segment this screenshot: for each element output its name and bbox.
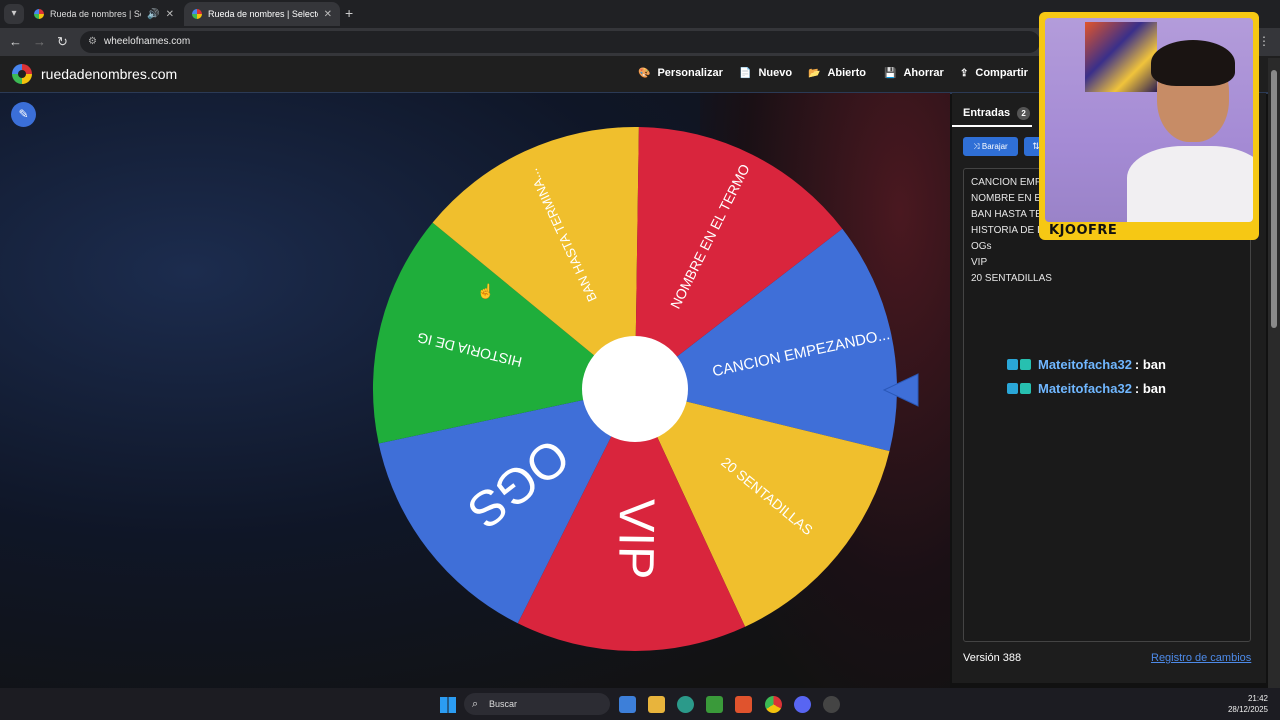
active-tab-underline	[952, 125, 1032, 127]
app-icon[interactable]	[619, 696, 636, 713]
share-icon: ⇪	[960, 67, 969, 79]
wheel-pointer-icon	[882, 373, 919, 407]
reload-icon[interactable]: ↻	[57, 34, 68, 50]
chat-message: Mateitofacha32 : ban	[1007, 357, 1166, 372]
brave-browser-icon[interactable]	[735, 696, 752, 713]
prime-badge-icon	[1007, 359, 1018, 370]
tab-favicon-icon	[192, 9, 202, 19]
menu-save[interactable]: 💾 Ahorrar	[884, 67, 944, 79]
changelog-link[interactable]: Registro de cambios	[1151, 652, 1251, 664]
shuffle-icon: ⤨	[973, 142, 980, 151]
url-field[interactable]: ⚙ wheelofnames.com	[80, 31, 1040, 53]
tab-entries[interactable]: Entradas 2	[963, 107, 1031, 120]
chat-username: Mateitofacha32	[1038, 357, 1132, 372]
menu-label: Personalizar	[657, 67, 723, 79]
chrome-icon[interactable]	[765, 696, 782, 713]
streamer-name: KJOOFRE	[1049, 223, 1118, 238]
entry-line: OGs	[971, 241, 992, 252]
streamer-body	[1127, 146, 1253, 222]
menu-label: Nuevo	[758, 67, 793, 79]
tab-close-icon[interactable]: ✕	[166, 9, 174, 20]
system-clock[interactable]: 21:42 28/12/2025	[1224, 693, 1268, 715]
obs-icon[interactable]	[823, 696, 840, 713]
tab-title: Rueda de nombres | Selector de...	[208, 9, 318, 19]
file-icon: 📄	[739, 67, 752, 79]
tab-search-chevron-icon[interactable]: ▾	[4, 4, 24, 24]
logo-icon[interactable]	[12, 64, 32, 84]
clock-time: 21:42	[1247, 694, 1268, 703]
tab-entries-label: Entradas	[963, 107, 1011, 119]
menu-label: Ahorrar	[903, 67, 944, 79]
menu-customize[interactable]: 🎨 Personalizar	[638, 67, 723, 79]
version-label: Versión 388	[963, 652, 1022, 664]
brand-name[interactable]: ruedadenombres.com	[41, 66, 177, 82]
browser-tab-1[interactable]: Rueda de nombres | Selector de... 🔊 ✕	[26, 2, 182, 26]
discord-icon[interactable]	[794, 696, 811, 713]
minecraft-icon[interactable]	[706, 696, 723, 713]
windows-start-icon[interactable]	[440, 697, 456, 713]
mouse-cursor-icon: ☝	[477, 283, 495, 299]
gift-badge-icon	[1020, 383, 1031, 394]
webcam-feed	[1045, 18, 1253, 222]
chat-badges	[1007, 359, 1033, 370]
chat-badges	[1007, 383, 1033, 394]
shuffle-label: Barajar	[981, 142, 1008, 151]
entry-line: VIP	[971, 257, 988, 268]
forward-arrow-icon[interactable]: →	[33, 34, 46, 49]
browser-tab-2[interactable]: Rueda de nombres | Selector de... ✕	[184, 2, 340, 26]
chat-text: : ban	[1134, 381, 1166, 396]
chat-username: Mateitofacha32	[1038, 381, 1132, 396]
tab-close-icon[interactable]: ✕	[324, 9, 332, 20]
speaker-icon[interactable]: 🔊	[147, 9, 159, 20]
save-icon: 💾	[884, 67, 897, 79]
url-text: wheelofnames.com	[104, 36, 191, 47]
tab-title: Rueda de nombres | Selector de...	[50, 9, 141, 19]
entry-line: BAN HASTA TE	[971, 209, 1042, 220]
menu-label: Compartir	[975, 67, 1028, 79]
edge-browser-icon[interactable]	[677, 696, 694, 713]
menu-new[interactable]: 📄 Nuevo	[739, 67, 792, 79]
palette-icon: 🎨	[638, 67, 651, 79]
clock-date: 28/12/2025	[1227, 705, 1268, 714]
menu-open[interactable]: 📂 Abierto	[808, 67, 866, 79]
new-tab-icon[interactable]: +	[345, 5, 353, 21]
file-explorer-icon[interactable]	[648, 696, 665, 713]
entry-line: HISTORIA DE I	[971, 225, 1040, 236]
entry-line: 20 SENTADILLAS	[971, 273, 1052, 284]
scrollbar-thumb[interactable]	[1271, 70, 1277, 328]
page-scrollbar[interactable]	[1268, 58, 1280, 688]
wheel-segment-label: VIP	[608, 498, 665, 579]
tab-favicon-icon	[34, 9, 44, 19]
search-icon: ⌕	[472, 698, 479, 710]
entry-line: CANCION EMP	[971, 177, 1042, 188]
prime-badge-icon	[1007, 383, 1018, 394]
menu-share[interactable]: ⇪ Compartir	[960, 67, 1028, 79]
edit-pencil-icon[interactable]: ✎	[11, 102, 36, 127]
windows-taskbar: ⌕ Buscar 21:42 28/12/2025	[0, 688, 1280, 720]
chat-message: Mateitofacha32 : ban	[1007, 381, 1166, 396]
entries-count-badge: 2	[1017, 107, 1031, 120]
webcam-overlay: KJOOFRE	[1039, 12, 1259, 240]
shuffle-button[interactable]: ⤨ Barajar	[963, 137, 1018, 156]
taskbar-search[interactable]: ⌕ Buscar	[464, 693, 610, 715]
folder-open-icon: 📂	[808, 67, 821, 79]
gift-badge-icon	[1020, 359, 1031, 370]
chat-text: : ban	[1134, 357, 1166, 372]
browser-menu-icon[interactable]: ⋮	[1258, 34, 1270, 48]
wheel-center-hub[interactable]	[582, 336, 688, 442]
wall-poster	[1085, 22, 1157, 92]
site-info-icon[interactable]: ⚙	[88, 31, 97, 53]
spinning-wheel[interactable]: CANCION EMPEZANDO...20 SENTADILLASVIPOGS…	[372, 126, 898, 652]
entry-line: NOMBRE EN E	[971, 193, 1042, 204]
back-arrow-icon[interactable]: ←	[9, 34, 22, 49]
streamer-hair	[1151, 40, 1235, 86]
search-placeholder: Buscar	[489, 699, 518, 709]
menu-label: Abierto	[827, 67, 866, 79]
